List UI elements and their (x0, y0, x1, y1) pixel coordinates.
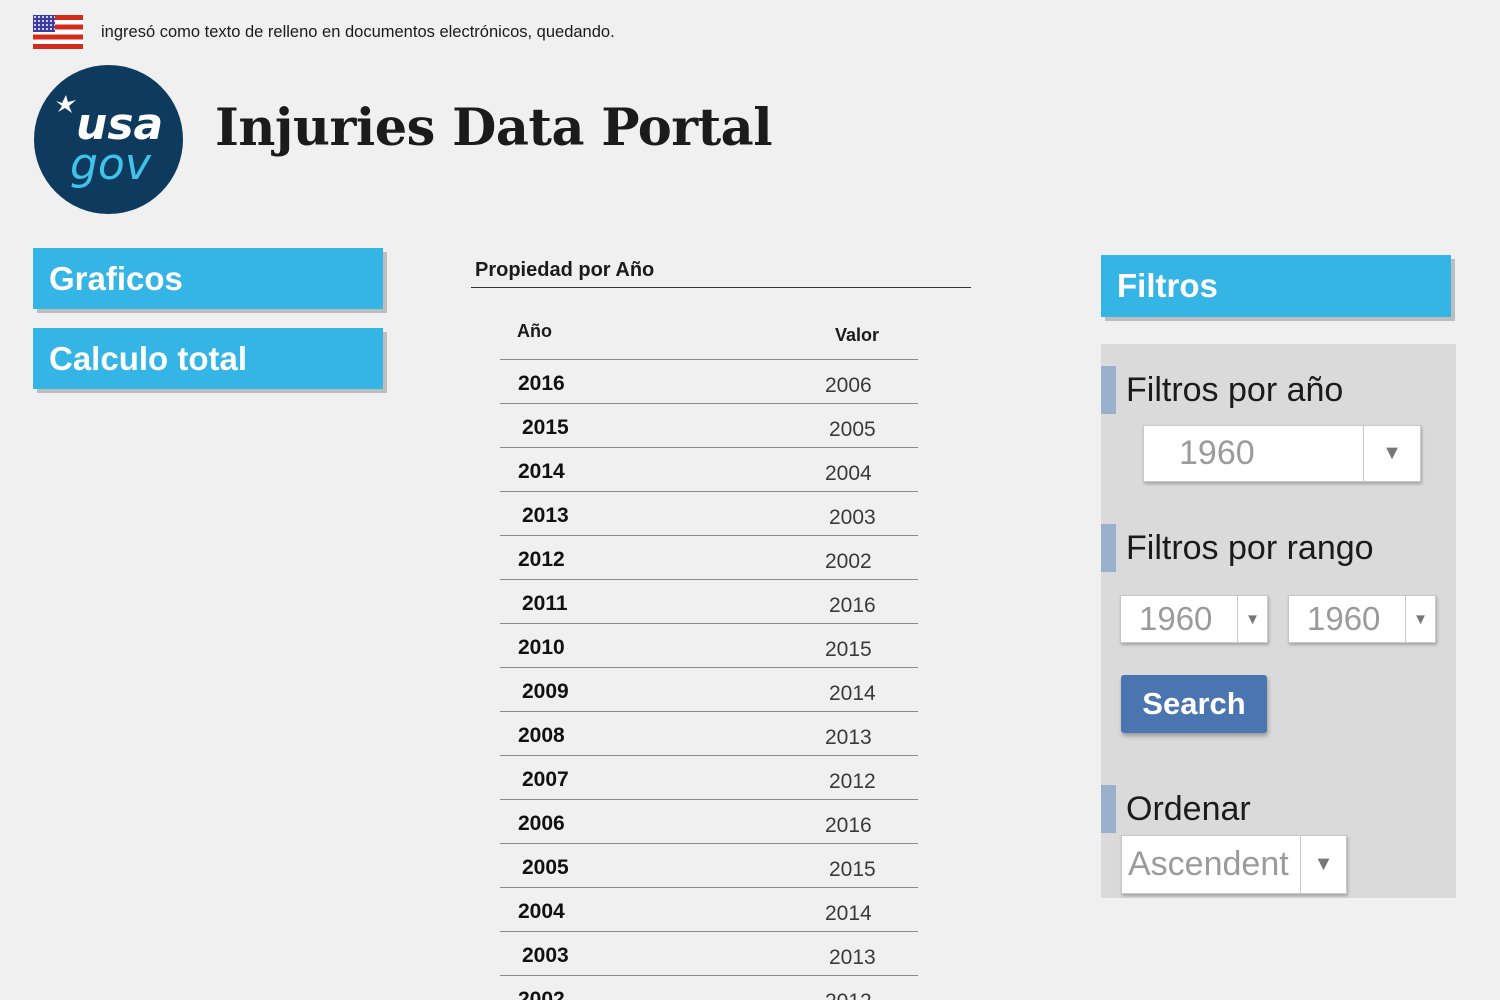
table-row: 2004 2014 (500, 887, 918, 931)
cell-value: 2015 (825, 638, 872, 661)
sort-label: Ordenar (1126, 789, 1251, 828)
cell-value: 2013 (825, 726, 872, 749)
chevron-down-icon[interactable]: ▼ (1363, 426, 1420, 481)
data-table[interactable]: 2016 2006 2015 2005 2014 2004 2013 2003 2012… (500, 359, 918, 1000)
filter-range-label: Filtros por rango (1126, 528, 1374, 567)
table-row: 2012 2002 (500, 535, 918, 579)
range-to-value: 1960 (1307, 600, 1381, 637)
table-row: 2011 2016 (500, 579, 918, 623)
filters-panel: Filtros por año 1960 ▼ Filtros por rango… (1101, 344, 1456, 898)
logo-text-gov: gov (70, 139, 152, 190)
banner-text: ingresó como texto de relleno en documen… (101, 22, 615, 41)
sort-select-value: Ascendent (1128, 845, 1289, 883)
cell-value: 2016 (829, 594, 876, 617)
cell-year: 2006 (518, 812, 565, 835)
range-from-select[interactable]: 1960 ▼ (1120, 595, 1268, 643)
table-row: 2015 2005 (500, 403, 918, 447)
cell-year: 2012 (518, 548, 565, 571)
cell-year: 2009 (522, 680, 569, 703)
cell-year: 2013 (522, 504, 569, 527)
table-row: 2014 2004 (500, 447, 918, 491)
cell-value: 2005 (829, 418, 876, 441)
table-row: 2010 2015 (500, 623, 918, 667)
cell-value: 2013 (829, 946, 876, 969)
cell-year: 2003 (522, 944, 569, 967)
search-button[interactable]: Search (1121, 675, 1267, 733)
cell-value: 2003 (829, 506, 876, 529)
table-title: Propiedad por Año (475, 259, 655, 281)
cell-value: 2006 (825, 374, 872, 397)
sort-select[interactable]: Ascendent ▼ (1121, 835, 1347, 894)
cell-value: 2016 (825, 814, 872, 837)
filters-header: Filtros (1101, 255, 1451, 317)
cell-year: 2002 (518, 988, 565, 1000)
table-row: 2003 2013 (500, 931, 918, 975)
range-to-select[interactable]: 1960 ▼ (1288, 595, 1436, 643)
cell-value: 2002 (825, 550, 872, 573)
cell-year: 2016 (518, 372, 565, 395)
chevron-down-icon[interactable]: ▼ (1300, 836, 1346, 893)
range-from-value: 1960 (1139, 600, 1213, 637)
table-row: 2006 2016 (500, 799, 918, 843)
title-divider (471, 287, 971, 288)
cell-value: 2015 (829, 858, 876, 881)
us-flag-icon (33, 15, 83, 49)
cell-year: 2008 (518, 724, 565, 747)
cell-year: 2011 (522, 592, 568, 615)
chevron-down-icon[interactable]: ▼ (1405, 596, 1435, 642)
cell-value: 2012 (829, 770, 876, 793)
table-row: 2002 2012 (500, 975, 918, 1000)
table-row: 2016 2006 (500, 359, 918, 403)
label-accent-bar (1101, 366, 1116, 414)
page-title: Injuries Data Portal (215, 98, 773, 158)
cell-year: 2005 (522, 856, 569, 879)
filter-year-label-row: Filtros por año (1101, 366, 1343, 414)
cell-year: 2004 (518, 900, 565, 923)
table-row: 2008 2013 (500, 711, 918, 755)
table-row: 2005 2015 (500, 843, 918, 887)
table-row: 2007 2012 (500, 755, 918, 799)
year-select-value: 1960 (1179, 434, 1255, 472)
cell-value: 2004 (825, 462, 872, 485)
cell-year: 2015 (522, 416, 569, 439)
usagov-logo-mark: usa gov (56, 95, 163, 190)
table-row: 2013 2003 (500, 491, 918, 535)
filter-year-label: Filtros por año (1126, 370, 1344, 409)
column-header-year: Año (517, 321, 552, 341)
sort-label-row: Ordenar (1101, 785, 1251, 833)
cell-value: 2014 (825, 902, 872, 925)
chevron-down-icon[interactable]: ▼ (1237, 596, 1267, 642)
nav-graficos-button[interactable]: Graficos (33, 248, 383, 309)
label-accent-bar (1101, 785, 1116, 833)
year-select[interactable]: 1960 ▼ (1143, 425, 1421, 482)
cell-year: 2007 (522, 768, 569, 791)
filter-range-label-row: Filtros por rango (1101, 524, 1374, 572)
cell-year: 2014 (518, 460, 565, 483)
column-header-value: Valor (835, 325, 880, 345)
label-accent-bar (1101, 524, 1116, 572)
cell-value: 2012 (825, 990, 872, 1000)
usagov-logo[interactable]: usa gov (34, 65, 183, 214)
cell-value: 2014 (829, 682, 876, 705)
nav-calculo-total-button[interactable]: Calculo total (33, 328, 383, 389)
cell-year: 2010 (518, 636, 565, 659)
table-row: 2009 2014 (500, 667, 918, 711)
official-banner: ingresó como texto de relleno en documen… (33, 14, 615, 50)
